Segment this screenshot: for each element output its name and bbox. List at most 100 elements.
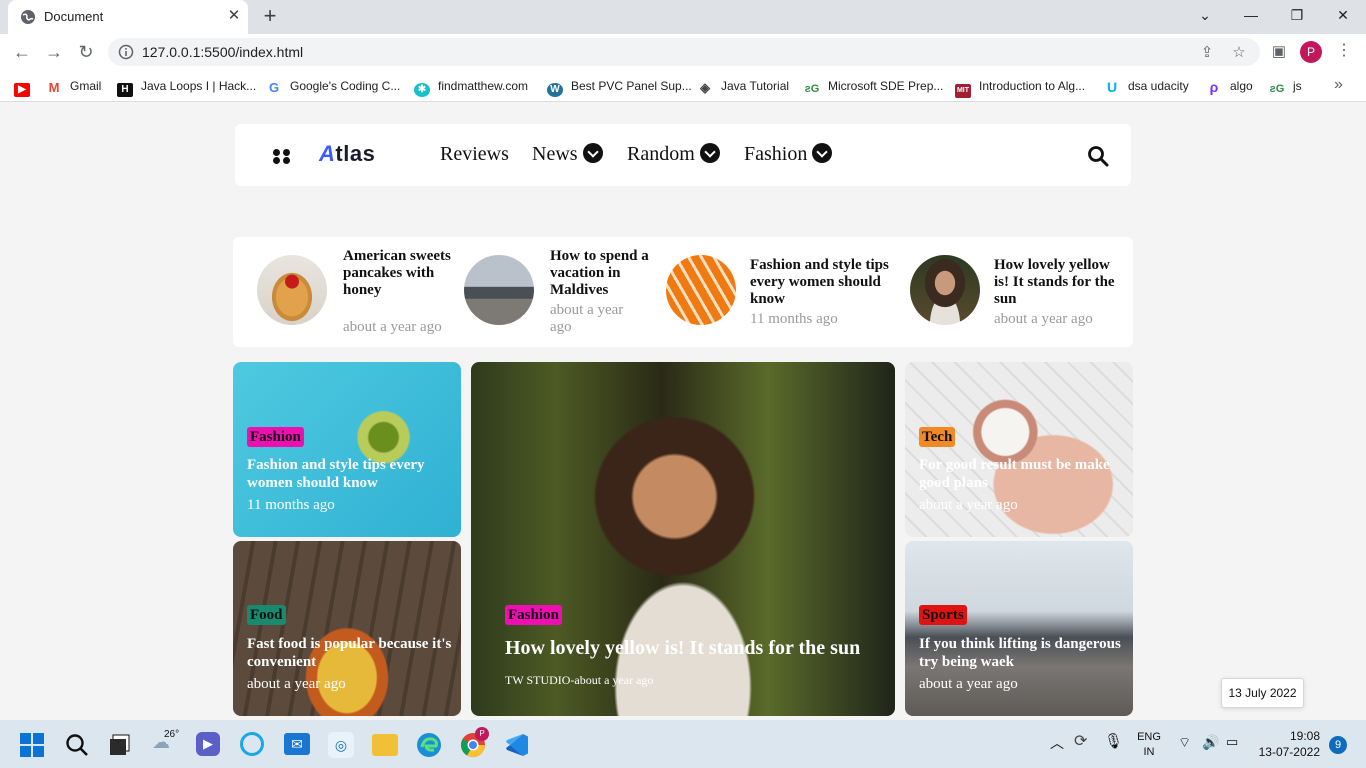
window-close-button[interactable]: ✕ <box>1320 4 1366 28</box>
bookmark-intro-algorithms[interactable]: MIT Introduction to Alg... <box>955 77 1085 98</box>
volume-icon[interactable]: 🔊 <box>1202 735 1219 749</box>
post-title: If you think lifting is dangerous try be… <box>919 636 1121 670</box>
recent-post[interactable]: How to spend a vacation in Maldives abou… <box>464 237 664 347</box>
youtube-icon: ▶ <box>14 83 30 97</box>
file-explorer-icon[interactable] <box>372 734 398 756</box>
minimize-button[interactable]: — <box>1228 4 1274 28</box>
bookmark-star-icon[interactable]: ☆ <box>1230 44 1248 62</box>
category-tag[interactable]: Fashion <box>247 427 304 447</box>
edge-icon[interactable] <box>416 732 442 758</box>
battery-icon[interactable]: ▭ <box>1226 735 1238 749</box>
post-card-tech[interactable]: Tech For good result must be make good p… <box>905 362 1133 537</box>
search-icon[interactable] <box>64 732 90 758</box>
bookmark-microsoft-sde[interactable]: ƨG Microsoft SDE Prep... <box>804 77 943 96</box>
sync-icon[interactable]: ⟳ <box>1074 734 1087 750</box>
clock-date[interactable]: 13-07-2022 <box>1256 745 1320 759</box>
category-tag[interactable]: Food <box>247 605 286 625</box>
featured-post-title: How lovely yellow is! It stands for the … <box>505 637 861 659</box>
info-icon[interactable] <box>118 44 134 60</box>
restore-button[interactable]: ❐ <box>1274 4 1320 28</box>
mit-ocw-icon: MIT <box>955 84 971 98</box>
site-logo[interactable]: Atlas <box>319 141 375 167</box>
recent-post[interactable]: American sweets pancakes with honey abou… <box>257 237 457 347</box>
recent-post[interactable]: Fashion and style tips every women shoul… <box>666 237 896 347</box>
bookmark-youtube[interactable]: ▶ <box>14 77 38 97</box>
post-time: about a year ago <box>919 676 1018 692</box>
close-tab-icon[interactable]: ✕ <box>224 6 244 26</box>
featured-post-card[interactable]: Fashion How lovely yellow is! It stands … <box>471 362 895 716</box>
show-hidden-icons[interactable]: ︿ <box>1050 736 1064 750</box>
bookmark-google-coding[interactable]: G Google's Coding C... <box>266 77 400 95</box>
findmatthew-icon: ✱ <box>414 83 430 97</box>
task-view-icon[interactable] <box>108 733 132 757</box>
profile-avatar[interactable]: P <box>1300 41 1322 63</box>
vscode-icon[interactable] <box>504 732 530 758</box>
gmail-icon: M <box>46 81 62 95</box>
tab-search-icon[interactable]: ⌄ <box>1182 4 1228 28</box>
category-tag[interactable]: Tech <box>919 427 956 447</box>
web-page: Atlas Reviews News Random Fashion Americ… <box>0 102 1366 720</box>
address-bar[interactable]: 127.0.0.1:5500/index.html ⇪ ☆ <box>108 38 1260 66</box>
reload-icon[interactable]: ↻ <box>74 40 98 64</box>
recent-posts-strip: American sweets pancakes with honey abou… <box>233 237 1133 347</box>
language-bottom[interactable]: IN <box>1136 745 1162 759</box>
address-toolbar: ← → ↻ 127.0.0.1:5500/index.html ⇪ ☆ ▣ P … <box>0 34 1366 70</box>
alexa-icon[interactable]: ◎ <box>328 732 354 758</box>
side-panel-icon[interactable]: ▣ <box>1270 43 1288 61</box>
back-icon[interactable]: ← <box>10 40 34 64</box>
bookmark-dsa-udacity[interactable]: Udsa udacity <box>1104 77 1189 95</box>
share-icon[interactable]: ⇪ <box>1198 44 1216 62</box>
bookmark-findmatthew[interactable]: ✱ findmatthew.com <box>414 77 528 97</box>
bookmark-java-loops[interactable]: H Java Loops I | Hack... <box>117 77 256 97</box>
post-title: Fashion and style tips every women shoul… <box>247 457 425 491</box>
recent-post-title: Fashion and style tips every women shoul… <box>750 257 889 307</box>
url-text[interactable]: 127.0.0.1:5500/index.html <box>142 44 303 60</box>
weather-temp: 26° <box>164 729 180 740</box>
recent-post-title: How lovely yellow is! It stands for the … <box>994 257 1115 307</box>
post-time: 11 months ago <box>247 497 335 513</box>
post-card-fashion-tips[interactable]: Fashion Fashion and style tips every wom… <box>233 362 461 537</box>
recent-post-time: about a year ago <box>994 311 1093 327</box>
new-tab-button[interactable]: + <box>258 5 282 29</box>
orange-thumbnail <box>666 255 736 325</box>
wifi-icon[interactable]: ⌔ <box>1178 735 1191 749</box>
post-card-fast-food[interactable]: Food Fast food is popular because it's c… <box>233 541 461 716</box>
forward-icon[interactable]: → <box>42 40 66 64</box>
logo-text: tlas <box>335 141 376 166</box>
nav-fashion[interactable]: Fashion <box>744 143 833 166</box>
teams-icon[interactable]: ▶ <box>196 732 220 756</box>
bookmark-algo[interactable]: ρ algo <box>1206 77 1253 95</box>
bookmark-gmail[interactable]: M Gmail <box>46 77 101 95</box>
windows-start-icon[interactable] <box>20 733 44 757</box>
category-tag[interactable]: Sports <box>919 605 967 625</box>
post-title: Fast food is popular because it's conven… <box>247 636 452 670</box>
post-card-sports[interactable]: Sports If you think lifting is dangerous… <box>905 541 1133 716</box>
browser-tab[interactable]: Document ✕ <box>8 0 248 34</box>
microphone-icon[interactable]: 🎙 <box>1104 734 1123 749</box>
nav-random[interactable]: Random <box>627 143 720 166</box>
menu-grid-icon[interactable] <box>273 149 293 164</box>
recent-post[interactable]: How lovely yellow is! It stands for the … <box>910 237 1125 347</box>
bookmark-js[interactable]: ƨG js <box>1269 77 1302 96</box>
notification-badge[interactable]: 9 <box>1329 736 1347 754</box>
post-title: For good result must be make good plans <box>919 457 1110 491</box>
clock-time[interactable]: 19:08 <box>1256 729 1320 743</box>
language-top[interactable]: ENG <box>1136 730 1162 744</box>
mail-icon[interactable]: ✉ <box>284 733 310 755</box>
more-bookmarks-icon[interactable]: » <box>1334 76 1343 94</box>
cortana-icon[interactable] <box>240 732 264 756</box>
bookmark-java-tutorial[interactable]: ◈ Java Tutorial <box>697 77 789 95</box>
nav-news[interactable]: News <box>532 143 603 166</box>
bookmarks-bar: ▶ M Gmail H Java Loops I | Hack... G Google… <box>0 70 1366 102</box>
bookmark-pvc-panel[interactable]: W Best PVC Panel Sup... <box>547 77 692 97</box>
post-time: about a year ago <box>919 497 1018 513</box>
udacity-icon: U <box>1104 80 1120 94</box>
date-tooltip: 13 July 2022 <box>1221 678 1304 708</box>
site-header: Atlas Reviews News Random Fashion <box>235 124 1131 186</box>
featured-post-byline: TW STUDIO-about a year ago <box>505 673 654 687</box>
category-tag[interactable]: Fashion <box>505 605 562 625</box>
search-icon[interactable] <box>1087 145 1109 167</box>
menu-icon[interactable]: ⋮ <box>1336 40 1352 64</box>
recent-post-time: about a year ago <box>550 302 624 335</box>
nav-reviews[interactable]: Reviews <box>440 143 509 166</box>
